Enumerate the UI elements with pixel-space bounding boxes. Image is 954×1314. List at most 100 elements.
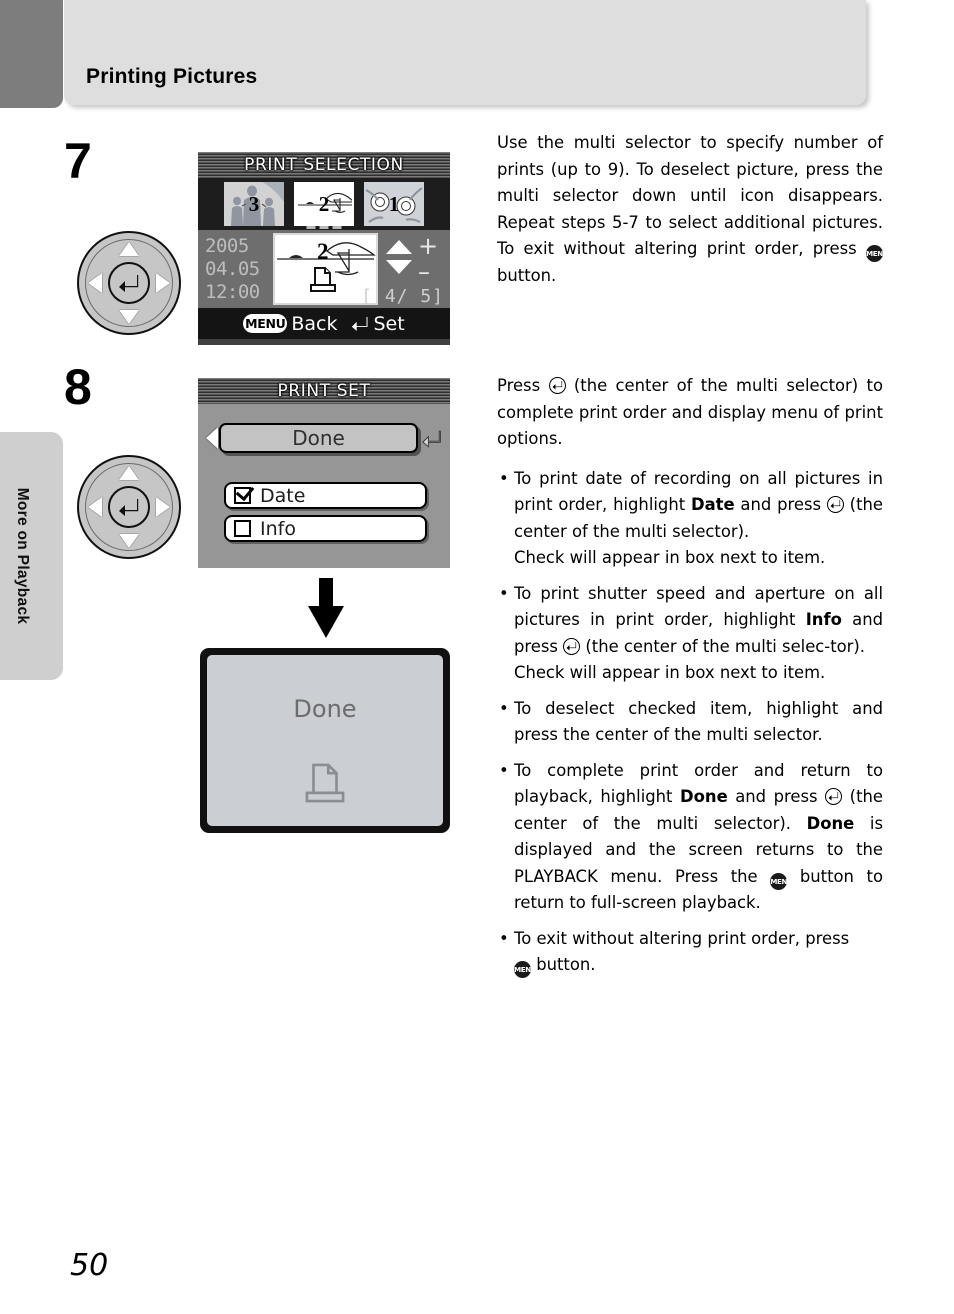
bullet-info-text-c: (the center of the multi selec-tor). [580,636,866,656]
dpad-left-arrow-icon [88,497,102,517]
date-display: 2005 04.05 12:00 [205,235,260,304]
lcd-done-screen: Done [200,648,450,833]
bullet-done-bold-done: Done [680,787,728,806]
print-set-body: Done Date Info [198,404,450,568]
bullet-done-bold-done-2: Done [806,813,855,833]
dpad-down-arrow-icon [119,534,139,548]
thumbnail-family[interactable]: 3 [224,182,284,226]
lcd-done-inner: Done [207,655,443,826]
done-button[interactable]: Done [219,423,418,453]
bullet-info: To print shutter speed and aperture on a… [497,581,883,687]
down-arrow-icon [308,578,344,638]
page-number: 50 [70,1248,109,1283]
option-label-info: Info [260,517,296,540]
back-label: Back [291,312,338,335]
dpad-left-arrow-icon [88,273,102,293]
checkbox-date-checked-icon[interactable] [234,487,251,504]
bullet-done-text-b: and press [727,787,826,806]
thumbnail-strip: 3 2 1 [198,178,450,230]
preview-print-count: 2 [317,239,329,264]
date-month-day: 04.05 [205,258,260,280]
frame-counter: [ 4/ 5] [361,286,444,307]
option-row-date[interactable]: Date [224,482,427,509]
lcd-title-bar: PRINT SET [198,378,450,404]
corner-tab-decoration [0,0,63,108]
enter-button-icon [826,496,844,513]
bullet-date-text-b: and press [734,495,827,514]
multi-selector-dpad-step7 [77,231,181,335]
minus-sign-label: – [418,258,430,286]
menu-button-icon: MENU [866,245,889,262]
lcd-print-selection-screen: PRINT SELECTION 3 2 1 2005 04.05 12:00 2… [198,152,450,345]
step7-paragraph: Use the multi selector to specify number… [497,130,889,289]
page-header: Printing Pictures [64,0,866,105]
done-button-label: Done [292,426,345,450]
thumbnail-flowers[interactable]: 1 [364,182,424,226]
enter-button-icon [548,377,566,394]
enter-arrow-glyph [119,499,139,516]
dpad-right-arrow-icon [156,273,170,293]
menu-button-icon: MENU [770,872,793,890]
option-label-date: Date [260,484,306,507]
back-control[interactable]: MENU Back [243,313,337,335]
up-down-triangles-icon [386,240,412,274]
step7-body: Use the multi selector to specify number… [497,130,889,289]
bullet-deselect: To deselect checked item, highlight and … [497,696,883,749]
dpad-right-arrow-icon [156,497,170,517]
bullet-deselect-text: To deselect checked item, highlight and … [514,698,883,745]
lcd-bottom-bar: MENU Back Set [198,308,450,339]
multi-selector-dpad-step8 [77,455,181,559]
bullet-exit: To exit without altering print order, pr… [497,926,883,979]
step-number-7: 7 [64,133,92,189]
thumbnail-print-count: 3 [248,191,260,216]
step8-bullet-list: To print date of recording on all pictur… [497,466,883,979]
enter-arrow-icon [352,316,368,331]
bullet-info-text-d: Check will appear in box next to item. [514,663,826,682]
bullet-date-bold-date: Date [690,495,735,514]
done-message: Done [293,695,357,723]
bullet-exit-text-a: To exit without altering print order, pr… [514,928,850,948]
dpad-enter-button-icon [108,262,150,304]
left-caret-icon [206,427,218,449]
step-number-8: 8 [64,359,92,415]
date-year: 2005 [205,235,249,257]
set-label: Set [373,312,405,335]
lcd-print-set-screen: PRINT SET Done Date Info [198,378,450,568]
step8-body: Press (the center of the multi selector)… [497,373,883,988]
dpad-up-arrow-icon [119,242,139,256]
thumbnail-print-count: 2 [318,191,330,216]
enter-button-icon [825,788,843,805]
plus-sign-label: + [418,232,439,260]
printer-icon [310,267,336,292]
enter-arrow-icon [422,430,441,448]
section-tab-label: More on Playback [13,487,31,625]
lcd-title-text: PRINT SET [277,381,371,401]
printer-icon [305,763,345,803]
bullet-exit-text-e: button. [531,955,596,974]
print-count-adjust-indicator: + – [382,234,444,284]
set-control[interactable]: Set [351,312,405,335]
step8-intro-a: Press [497,376,549,395]
lcd-title-bar: PRINT SELECTION [198,152,450,178]
thumbnail-sailboat-selected[interactable]: 2 [294,182,354,226]
done-row: Done [206,422,442,454]
section-tab-more-on-playback: More on Playback [0,432,63,680]
page-title: Printing Pictures [86,65,258,88]
thumbnail-print-count: 1 [388,191,400,216]
bullet-done: To complete print order and return to pl… [497,758,883,917]
bullet-date-text-d: Check will appear in box next to item. [514,548,826,567]
menu-button-icon: MENU [514,961,537,978]
enter-button-icon [563,637,581,655]
dpad-up-arrow-icon [119,466,139,480]
date-time: 12:00 [205,281,260,303]
step7-text-2: button. [497,265,557,285]
dpad-down-arrow-icon [119,310,139,324]
page-indicator-dots [306,226,342,229]
enter-arrow-glyph [119,275,139,292]
step8-intro-paragraph: Press (the center of the multi selector)… [497,373,883,453]
bullet-date: To print date of recording on all pictur… [497,466,883,572]
bullet-info-bold-info: Info [805,610,842,629]
lcd-main-area: 2005 04.05 12:00 2 + – [4/ 5] [198,230,450,308]
option-row-info[interactable]: Info [224,515,427,542]
checkbox-info-unchecked-icon[interactable] [234,520,251,537]
